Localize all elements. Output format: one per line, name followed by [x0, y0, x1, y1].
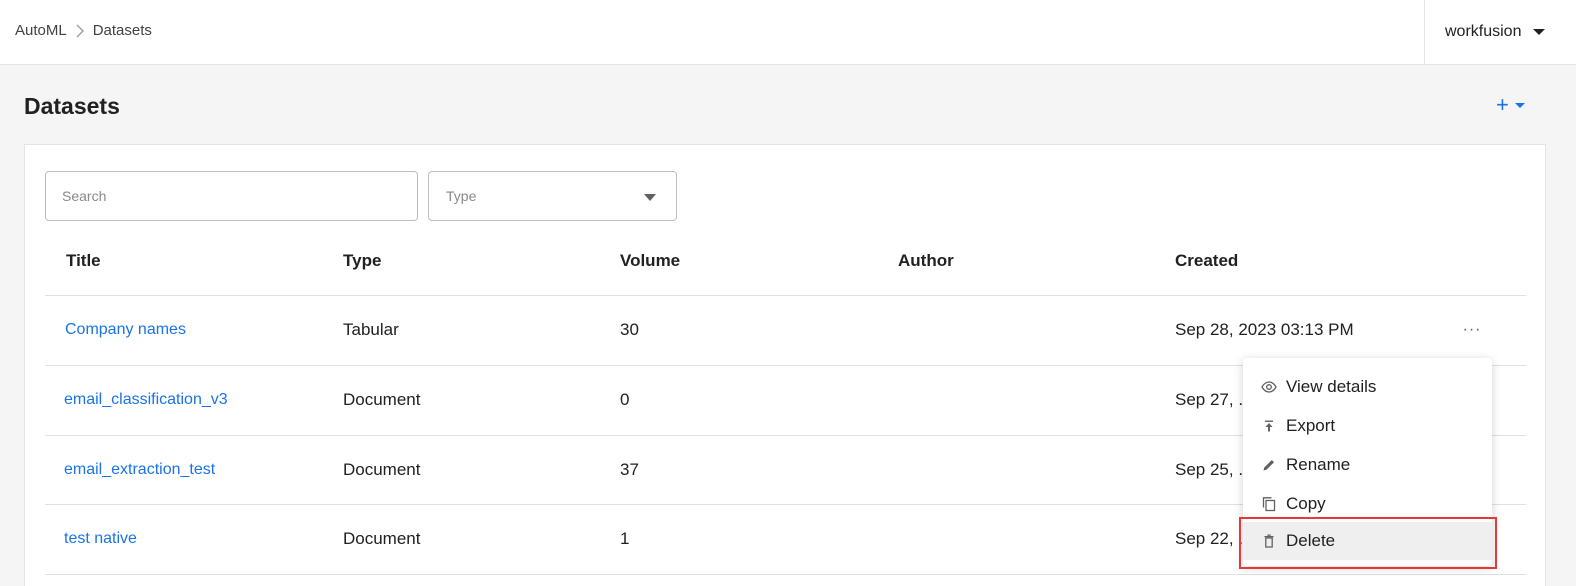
dataset-volume: 1: [620, 529, 630, 548]
breadcrumb-current: Datasets: [92, 22, 152, 39]
type-filter-select[interactable]: Type: [428, 171, 677, 221]
caret-down-icon: [1533, 29, 1546, 35]
breadcrumb-root[interactable]: AutoML: [15, 22, 67, 39]
pencil-icon: [1261, 457, 1277, 473]
column-header-volume[interactable]: Volume: [620, 251, 680, 271]
caret-down-icon: [1514, 102, 1525, 108]
search-input[interactable]: [45, 171, 418, 221]
table-divider: [45, 295, 1526, 296]
dataset-created: Sep 27, ...: [1175, 390, 1253, 409]
eye-icon: [1261, 379, 1277, 395]
more-actions-icon[interactable]: ···: [1462, 320, 1482, 340]
column-header-author[interactable]: Author: [898, 251, 954, 271]
menu-item-label: View details: [1286, 377, 1377, 396]
dataset-volume: 0: [620, 390, 630, 409]
dataset-title-link[interactable]: email_extraction_test: [64, 461, 215, 479]
dataset-type: Document: [343, 390, 421, 409]
type-filter-placeholder: Type: [446, 188, 477, 204]
dataset-title-link[interactable]: Company names: [65, 321, 186, 339]
caret-down-icon: [644, 194, 656, 201]
menu-item-copy[interactable]: Copy: [1243, 485, 1492, 523]
table-divider: [45, 574, 1526, 575]
menu-item-export[interactable]: Export: [1243, 407, 1492, 445]
export-icon: [1261, 418, 1277, 434]
breadcrumb: AutoML Datasets: [15, 22, 152, 39]
plus-icon: +: [1496, 92, 1509, 117]
menu-item-label: Export: [1286, 416, 1336, 435]
chevron-right-icon: [76, 24, 84, 37]
copy-icon: [1261, 496, 1277, 512]
dataset-created: Sep 28, 2023 03:13 PM: [1175, 320, 1354, 339]
dataset-volume: 37: [620, 460, 639, 479]
menu-item-label: Delete: [1286, 531, 1336, 550]
dataset-type: Tabular: [343, 320, 399, 339]
page-title: Datasets: [24, 93, 120, 119]
user-menu[interactable]: workfusion: [1424, 0, 1576, 64]
column-header-type[interactable]: Type: [343, 251, 381, 271]
column-header-title[interactable]: Title: [66, 251, 101, 271]
menu-item-rename[interactable]: Rename: [1243, 446, 1492, 484]
trash-icon: [1261, 533, 1277, 549]
dataset-type: Document: [343, 460, 421, 479]
dataset-type: Document: [343, 529, 421, 548]
menu-item-delete[interactable]: Delete: [1243, 522, 1492, 560]
menu-item-label: Rename: [1286, 455, 1351, 474]
menu-item-view-details[interactable]: View details: [1243, 368, 1492, 406]
add-dataset-button[interactable]: +: [1496, 92, 1540, 118]
dataset-title-link[interactable]: test native: [64, 530, 137, 548]
column-header-created[interactable]: Created: [1175, 251, 1238, 271]
user-name: workfusion: [1445, 23, 1522, 40]
dataset-volume: 30: [620, 320, 639, 339]
dataset-title-link[interactable]: email_classification_v3: [64, 391, 228, 409]
top-bar: AutoML Datasets workfusion: [0, 0, 1576, 65]
menu-item-label: Copy: [1286, 494, 1326, 513]
dataset-created: Sep 22, ...: [1175, 529, 1253, 548]
row-context-menu: View details Export Rename Copy Delete: [1243, 358, 1492, 566]
dataset-created: Sep 25, ...: [1175, 460, 1253, 479]
